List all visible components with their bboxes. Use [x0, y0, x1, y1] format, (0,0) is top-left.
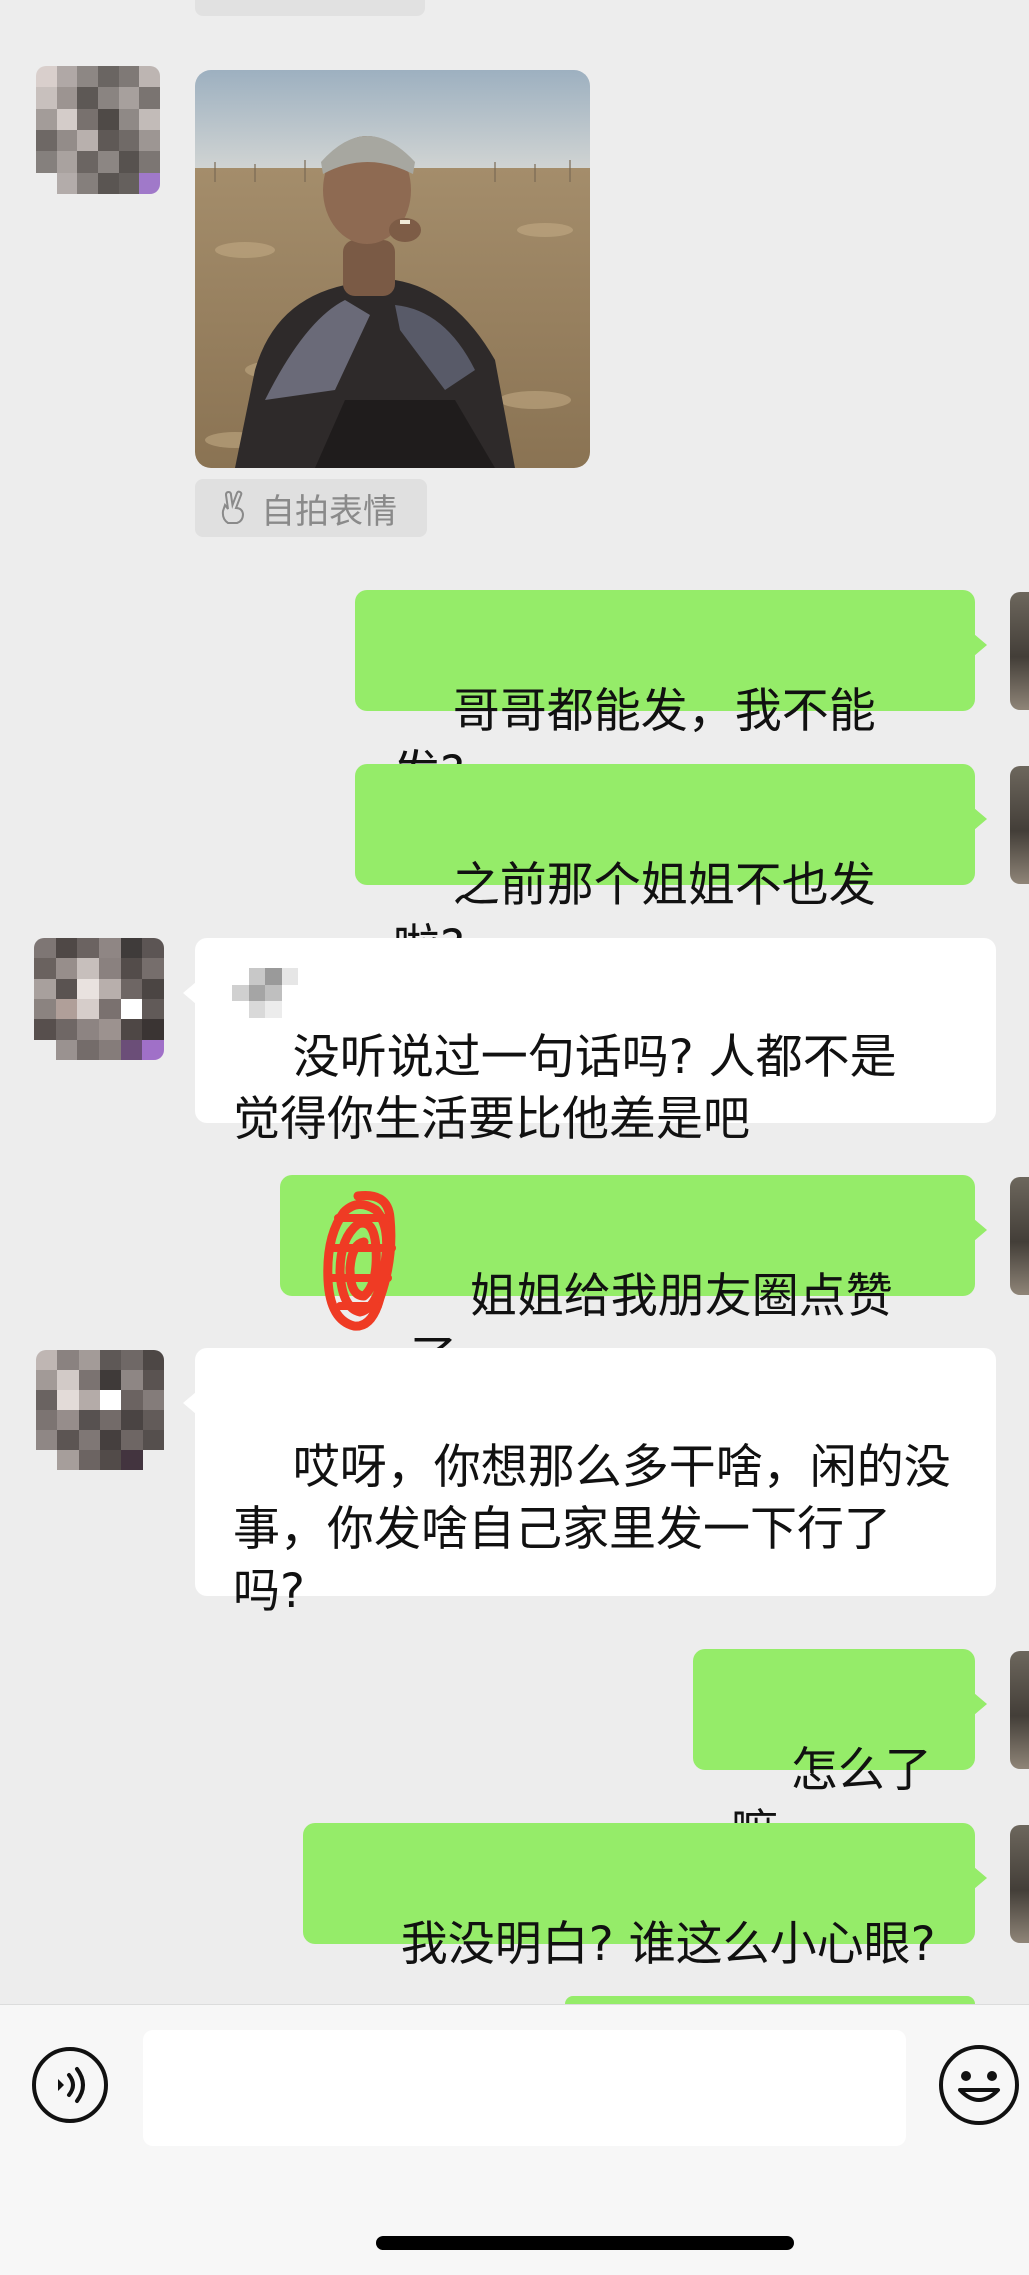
my-avatar[interactable] [1010, 592, 1029, 710]
my-avatar[interactable] [1010, 1825, 1029, 1943]
previous-message-edge [195, 0, 425, 16]
redaction-scribble [323, 1190, 396, 1331]
message-text: 我没明白? 谁这么小心眼? [400, 1917, 936, 1972]
home-indicator[interactable] [376, 2236, 794, 2250]
message-text: 哎呀，你想那么多干啥，闲的没 事，你发啥自己家里发一下行了 吗? [233, 1440, 951, 1619]
message-bubble-received[interactable]: 哎呀，你想那么多干啥，闲的没 事，你发啥自己家里发一下行了 吗? [183, 1348, 996, 1619]
message-bubble-sent[interactable]: 哥哥都能发，我不能发? [355, 590, 987, 801]
my-avatar[interactable] [1010, 1651, 1029, 1769]
emoji-icon[interactable] [938, 2044, 1020, 2126]
message-bubble-sent[interactable]: 怎么了嘛 [693, 1649, 987, 1860]
my-avatar[interactable] [1010, 1177, 1029, 1295]
message-bubble-sent[interactable]: 之前那个姐姐不也发啦? [355, 764, 987, 975]
message-bubble-received[interactable]: 没听说过一句话吗? 人都不是 觉得你生活要比他差是吧 [183, 938, 996, 1147]
sticker-tag-label: 自拍表情 [261, 491, 397, 532]
selfie-sticker-image[interactable] [195, 70, 590, 468]
message-text: 没听说过一句话吗? 人都不是 觉得你生活要比他差是吧 [233, 1030, 897, 1147]
contact-avatar[interactable] [36, 1350, 164, 1470]
chat-area[interactable]: 自拍表情 哥哥都能发，我不能发? 之前那个姐姐不也发啦? 没听说过一句话吗? 人… [0, 0, 1029, 2004]
contact-avatar[interactable] [36, 66, 160, 194]
selfie-sticker-tag[interactable]: 自拍表情 [195, 479, 427, 537]
message-input[interactable] [143, 2030, 906, 2146]
my-avatar[interactable] [1010, 766, 1029, 884]
next-message-edge [565, 1996, 975, 2004]
contact-avatar[interactable] [34, 938, 164, 1060]
message-bubble-sent[interactable]: 我没明白? 谁这么小心眼? [303, 1823, 987, 1972]
voice-icon[interactable] [31, 2046, 109, 2124]
redaction-mosaic [232, 968, 298, 1018]
victory-hand-icon [221, 490, 245, 524]
